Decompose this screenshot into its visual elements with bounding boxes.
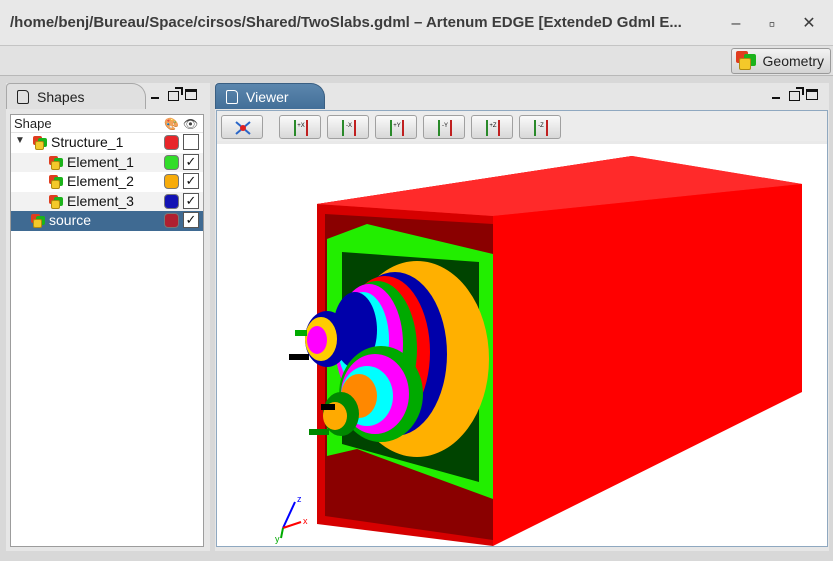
geometry-icon [735, 51, 758, 71]
view-axis-label: +Z [489, 123, 497, 129]
palette-icon[interactable]: 🎨 [164, 117, 179, 131]
red-slab-face [493, 184, 802, 546]
axis-y-label: y [275, 534, 280, 544]
visibility-checkbox[interactable]: ✓ [183, 212, 199, 228]
reset-view-button[interactable] [221, 115, 263, 139]
tree-row-element-3[interactable]: Element_3 ✓ [11, 191, 203, 211]
view-plus-z-button[interactable]: +Z [471, 115, 513, 139]
tree-row-structure-1[interactable]: ▼ Structure_1 [11, 133, 203, 153]
visibility-checkbox[interactable]: ✓ [183, 192, 199, 209]
window-title: /home/benj/Bureau/Space/cirsos/Shared/Tw… [10, 14, 682, 31]
minimize-panel-icon[interactable] [148, 89, 162, 101]
detach-panel-icon[interactable] [168, 87, 183, 101]
tree-row-element-1[interactable]: Element_1 ✓ [11, 152, 203, 172]
source-rod-black [321, 404, 335, 410]
source-rod-lower [309, 429, 329, 435]
3d-canvas[interactable]: z x y [217, 144, 827, 546]
maximize-panel-icon[interactable] [185, 89, 197, 100]
visibility-checkbox[interactable]: ✓ [183, 153, 199, 170]
view-plus-x-icon: +X [294, 120, 308, 136]
view-plus-z-icon: +Z [486, 120, 500, 136]
detach-panel-icon[interactable] [789, 87, 804, 101]
color-swatch[interactable] [164, 213, 179, 228]
shapes-panel-controls [148, 87, 197, 101]
shape-icon [33, 136, 48, 150]
view-axis-label: +Y [393, 123, 401, 129]
perspective-label: Geometry [762, 53, 824, 69]
tree-row-label: Element_3 [67, 192, 134, 209]
reset-view-icon [235, 121, 251, 135]
axis-triad: z x y [275, 494, 308, 544]
color-swatch[interactable] [164, 154, 179, 170]
tree-row-label: Element_2 [67, 173, 134, 189]
view-axis-label: -Z [538, 123, 544, 129]
view-axis-label: -Y [442, 123, 448, 129]
axis-x-label: x [303, 516, 308, 526]
viewer-panel-controls [769, 87, 818, 101]
axis-z-label: z [297, 494, 302, 504]
shape-icon [49, 155, 64, 170]
view-minus-x-icon: -X [342, 120, 356, 136]
tree-header: Shape 🎨 👁 [11, 115, 203, 133]
tree-row-source[interactable]: source ✓ [11, 211, 203, 231]
view-minus-y-button[interactable]: -Y [423, 115, 465, 139]
view-plus-y-button[interactable]: +Y [375, 115, 417, 139]
shape-icon [49, 175, 64, 189]
view-minus-z-button[interactable]: -Z [519, 115, 561, 139]
color-swatch[interactable] [164, 135, 179, 150]
geometry-render: z x y [275, 156, 802, 546]
view-minus-x-button[interactable]: -X [327, 115, 369, 139]
tab-viewer[interactable]: Viewer [215, 83, 325, 109]
expand-arrow-icon[interactable]: ▼ [15, 135, 25, 146]
shape-column-header: Shape [14, 116, 52, 131]
visibility-checkbox[interactable]: ✓ [183, 173, 199, 189]
tree-row-element-2[interactable]: Element_2 ✓ [11, 172, 203, 192]
geometry-perspective-button[interactable]: Geometry [730, 48, 831, 74]
view-plus-y-icon: +Y [390, 120, 404, 136]
tab-shapes[interactable]: Shapes [6, 83, 146, 109]
view-minus-z-icon: -Z [534, 120, 548, 136]
upper-magenta-ring [307, 326, 327, 354]
perspective-bar: Geometry [0, 46, 833, 76]
shapes-tree: Shape 🎨 👁 ▼ Structure_1 Element_1 ✓ Element_… [10, 114, 204, 547]
tree-row-label: Element_1 [67, 153, 134, 170]
window-title-bar: /home/benj/Bureau/Space/cirsos/Shared/Tw… [0, 0, 833, 46]
shapes-panel: Shapes Shape 🎨 👁 ▼ Structure_1 Element_1 ✓ E… [6, 83, 210, 551]
color-swatch[interactable] [164, 193, 179, 209]
shape-icon [31, 214, 46, 228]
view-plus-x-button[interactable]: +X [279, 115, 321, 139]
document-icon [226, 89, 238, 104]
tree-row-label: Structure_1 [51, 134, 124, 150]
tree-row-label: source [49, 212, 92, 228]
source-rod [289, 354, 309, 360]
maximize-button[interactable]: ▫ [760, 13, 784, 35]
viewer-body: +X -X +Y -Y +Z -Z z x y [216, 110, 828, 547]
document-icon [17, 89, 29, 104]
view-axis-label: -X [346, 123, 352, 129]
tab-viewer-label: Viewer [246, 88, 289, 105]
eye-icon[interactable]: 👁 [183, 117, 198, 131]
view-minus-y-icon: -Y [438, 120, 452, 136]
shape-icon [49, 194, 64, 209]
tab-shapes-label: Shapes [37, 88, 85, 105]
maximize-panel-icon[interactable] [806, 89, 818, 100]
color-swatch[interactable] [164, 174, 179, 189]
minimize-button[interactable]: – [724, 13, 748, 35]
viewer-toolbar: +X -X +Y -Y +Z -Z [217, 111, 827, 141]
visibility-checkbox[interactable] [183, 134, 199, 150]
close-button[interactable]: ✕ [797, 13, 821, 35]
view-axis-label: +X [297, 123, 305, 129]
viewer-panel: Viewer +X -X +Y -Y +Z -Z z x y [215, 83, 829, 551]
minimize-panel-icon[interactable] [769, 89, 783, 101]
source-rod-green [295, 330, 307, 336]
